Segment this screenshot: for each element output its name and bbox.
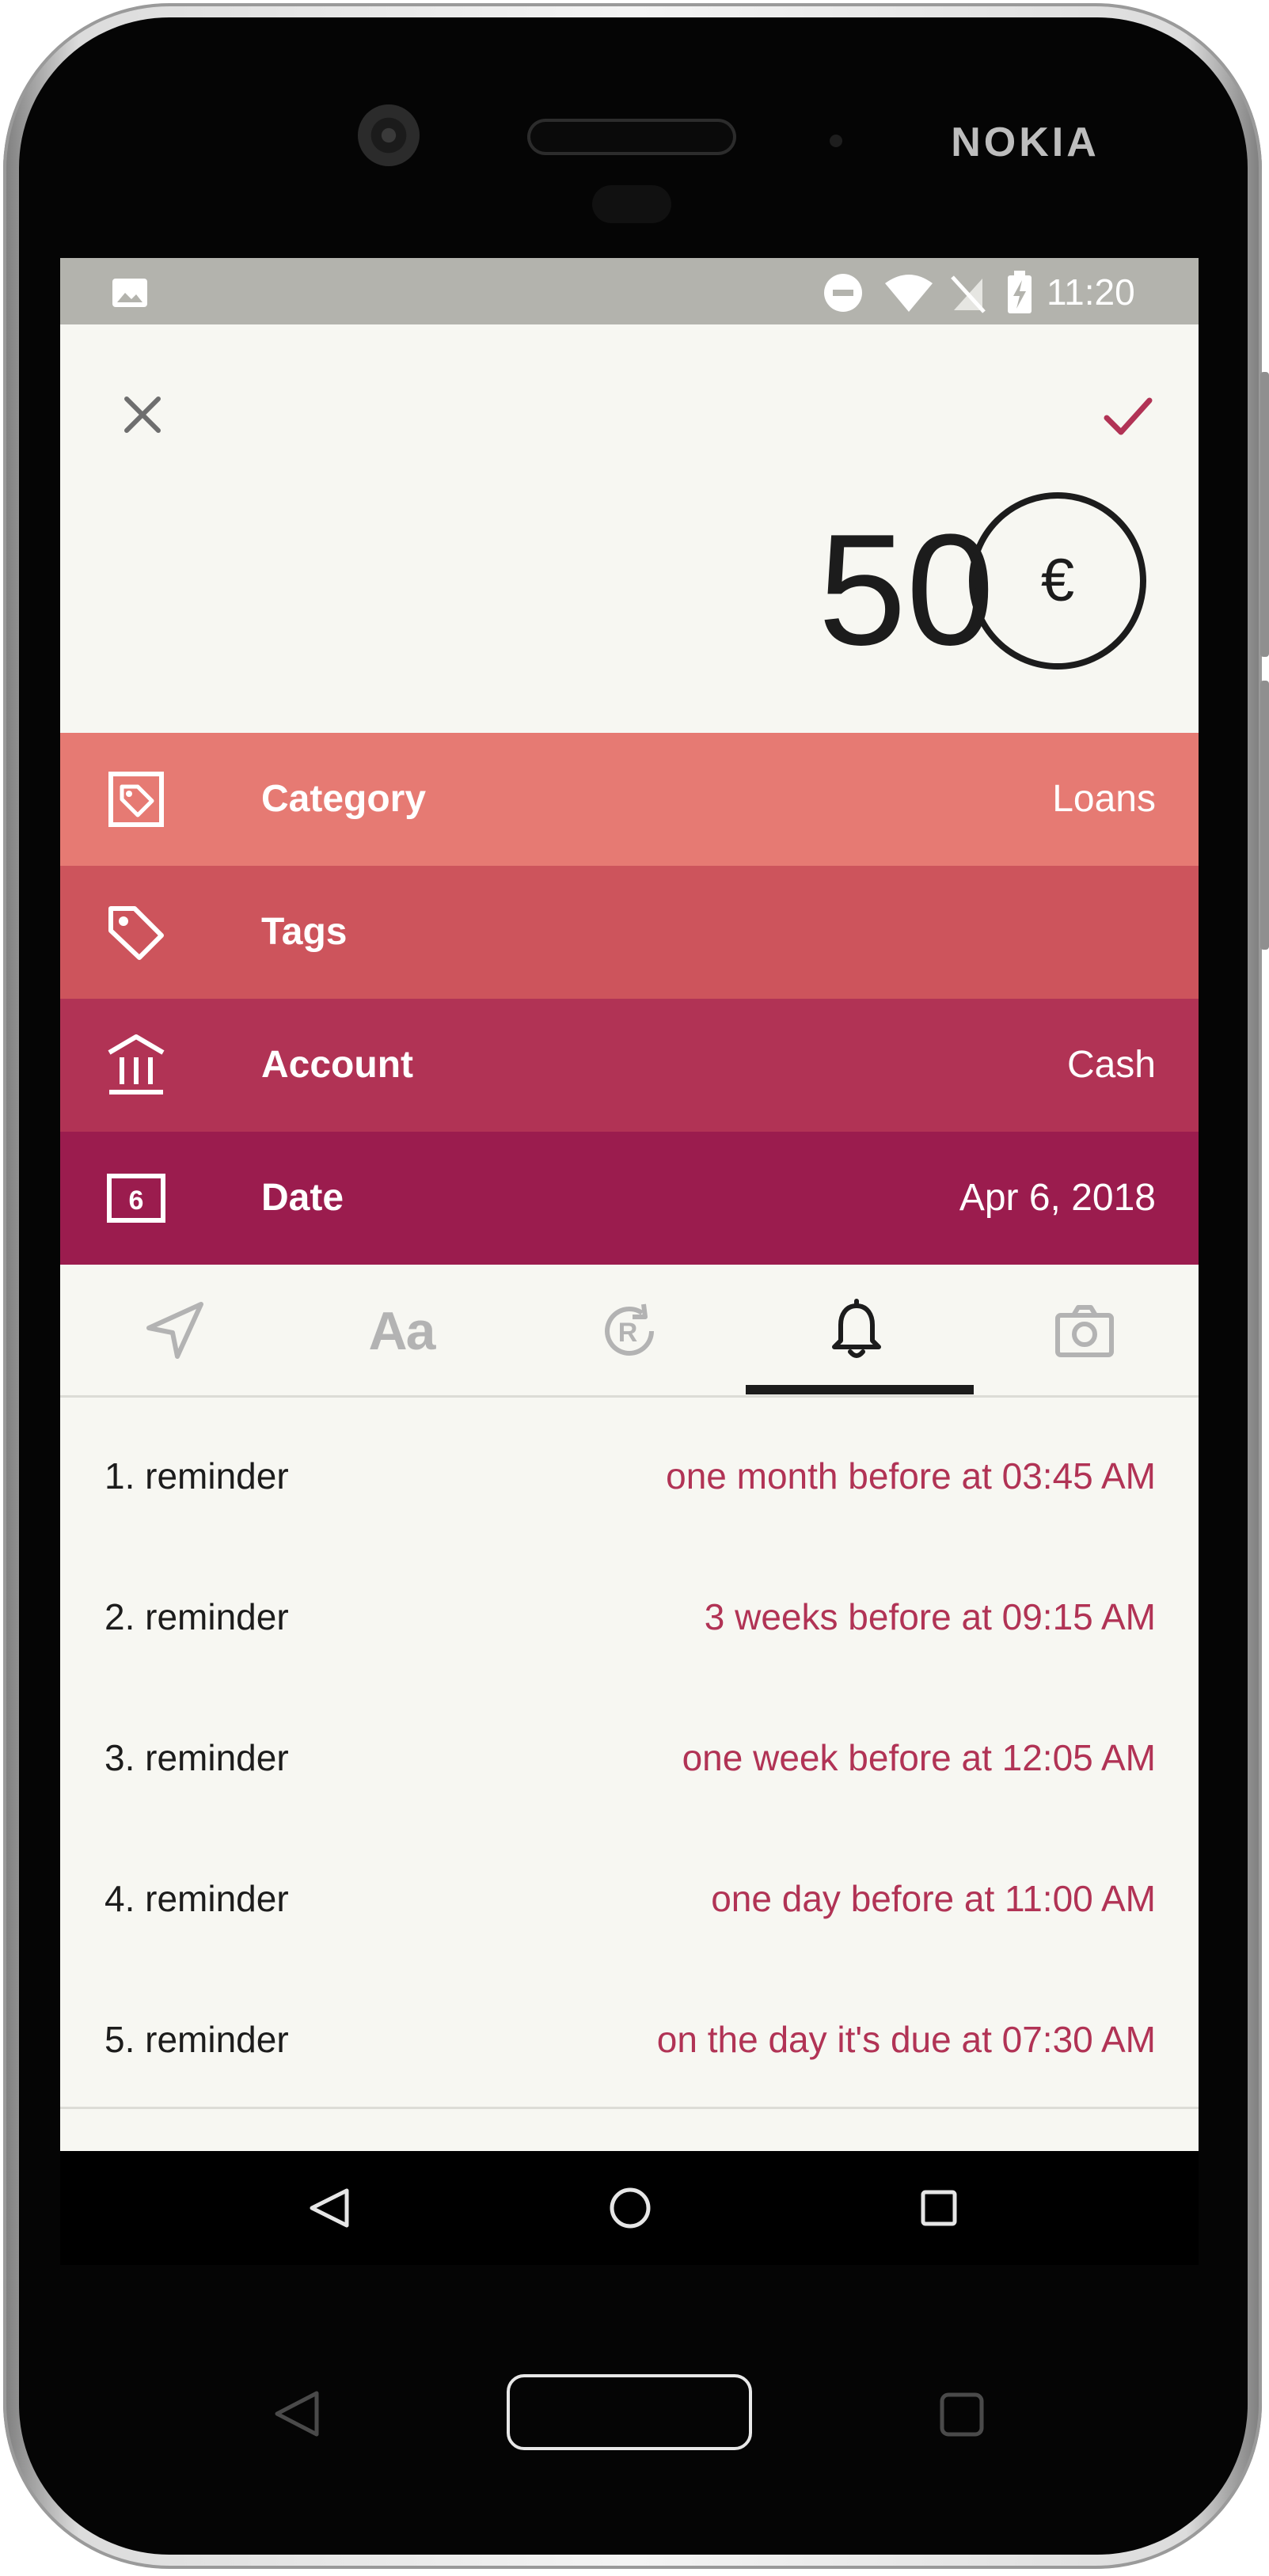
category-label: Category (261, 778, 427, 820)
svg-text:R: R (618, 1318, 638, 1348)
list-divider (60, 2107, 1199, 2109)
front-sensor (592, 185, 671, 223)
category-value: Loans (1052, 778, 1156, 820)
battery-charging-icon (1008, 271, 1032, 313)
close-button[interactable] (104, 377, 180, 453)
reminder-label: 3. reminder (104, 1737, 289, 1778)
app-screen: 11:20 50 € Category Loans Tags Account C… (60, 258, 1199, 2151)
date-value: Apr 6, 2018 (959, 1177, 1156, 1219)
reminder-label: 2. reminder (104, 1596, 289, 1637)
calendar-day-number: 6 (129, 1186, 144, 1216)
status-bar: 11:20 (60, 258, 1199, 324)
currency-button[interactable]: € (969, 492, 1146, 670)
front-camera (358, 104, 420, 166)
date-label: Date (261, 1177, 344, 1219)
tab-attachment[interactable] (971, 1265, 1199, 1398)
recents-square-icon (921, 2190, 957, 2226)
navigation-bar (60, 2151, 1199, 2265)
wifi-icon (885, 275, 933, 312)
power-button (1260, 681, 1269, 950)
recurring-icon: R (605, 1303, 654, 1356)
check-icon (1104, 397, 1153, 435)
category-row[interactable]: Category Loans (60, 733, 1199, 866)
nav-home-button[interactable] (591, 2168, 670, 2248)
hardware-back-key-icon (275, 2391, 319, 2437)
tag-icon (108, 906, 164, 960)
amount-value[interactable]: 50 (614, 511, 994, 670)
home-circle-icon (610, 2187, 651, 2229)
reminder-item[interactable]: 4. reminder one day before at 11:00 AM (60, 1828, 1199, 1969)
nav-back-button[interactable] (290, 2168, 369, 2248)
reminder-item[interactable]: 1. reminder one month before at 03:45 AM (60, 1406, 1199, 1546)
tags-row[interactable]: Tags (60, 866, 1199, 999)
active-tab-indicator (746, 1385, 974, 1394)
calendar-icon: 6 (107, 1174, 165, 1223)
account-value: Cash (1066, 1044, 1156, 1086)
reminder-item[interactable]: 5. reminder on the day it's due at 07:30… (60, 1969, 1199, 2110)
tab-reminders[interactable] (743, 1265, 971, 1398)
nav-recents-button[interactable] (899, 2168, 978, 2248)
do-not-disturb-icon (824, 274, 862, 312)
reminder-item[interactable]: 2. reminder 3 weeks before at 09:15 AM (60, 1546, 1199, 1687)
reminder-value: 3 weeks before at 09:15 AM (704, 1596, 1156, 1637)
close-icon (124, 396, 161, 433)
brand-logo: NOKIA (951, 120, 1100, 165)
reminder-value: on the day it's due at 07:30 AM (656, 2019, 1156, 2060)
tab-location[interactable] (60, 1265, 288, 1398)
status-time: 11:20 (1047, 271, 1135, 313)
account-label: Account (261, 1044, 413, 1086)
hardware-recents-key-icon (940, 2392, 984, 2437)
no-signal-icon (951, 275, 986, 313)
account-row[interactable]: Account Cash (60, 999, 1199, 1132)
camera-icon (1055, 1305, 1114, 1357)
reminder-item[interactable]: 3. reminder one week before at 12:05 AM (60, 1687, 1199, 1828)
date-row[interactable]: 6 Date Apr 6, 2018 (60, 1132, 1199, 1265)
back-triangle-icon (310, 2188, 349, 2228)
bell-icon (832, 1299, 881, 1358)
reminder-value: one day before at 11:00 AM (711, 1878, 1156, 1919)
tab-bar: Aa R (60, 1265, 1199, 1398)
reminder-label: 1. reminder (104, 1455, 289, 1497)
hardware-home-key[interactable] (507, 2374, 752, 2450)
reminder-label: 5. reminder (104, 2019, 289, 2060)
currency-symbol: € (1040, 547, 1075, 614)
bank-icon (108, 1034, 165, 1095)
volume-button (1260, 372, 1269, 657)
text-icon: Aa (368, 1301, 436, 1361)
earpiece-speaker (530, 122, 733, 152)
reminder-label: 4. reminder (104, 1878, 289, 1919)
location-arrow-icon (146, 1302, 203, 1359)
category-tag-icon (108, 772, 164, 827)
tab-note[interactable]: Aa (287, 1265, 515, 1398)
reminder-value: one month before at 03:45 AM (666, 1455, 1156, 1497)
proximity-sensor (830, 135, 842, 147)
gallery-icon (112, 279, 147, 307)
tab-recurring[interactable]: R (515, 1265, 743, 1398)
tags-label: Tags (261, 911, 348, 953)
reminder-value: one week before at 12:05 AM (682, 1737, 1156, 1778)
save-button[interactable] (1089, 377, 1165, 453)
